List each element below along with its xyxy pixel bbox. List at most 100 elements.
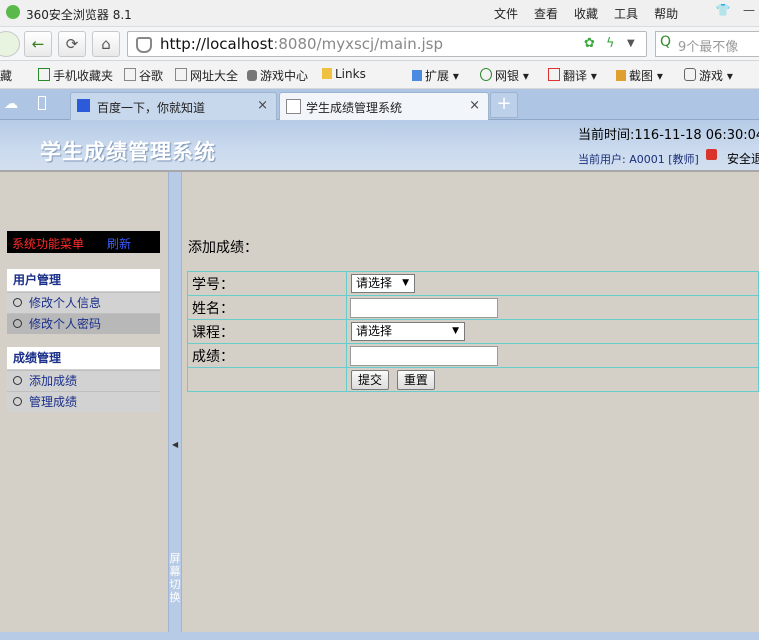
frame-splitter[interactable]: ◀ 屏幕切换 bbox=[168, 172, 182, 640]
app-header: 学生成绩管理系统 当前时间:116-11-18 06:30:04 当前用户: A… bbox=[0, 120, 759, 170]
system-title: 学生成绩管理系统 bbox=[40, 140, 216, 164]
tab-bar: ☁ 百度一下，你就知道 × 学生成绩管理系统 × + bbox=[0, 89, 759, 120]
chevron-down-icon[interactable]: ▼ bbox=[627, 38, 635, 49]
collapse-arrow-icon[interactable]: ◀ bbox=[172, 440, 178, 449]
menu-favorites[interactable]: 收藏 bbox=[574, 5, 598, 22]
menu-view[interactable]: 查看 bbox=[534, 5, 558, 22]
url-input[interactable]: http://localhost:8080/myxscj/main.jsp ✿ … bbox=[127, 31, 647, 57]
yen-icon bbox=[480, 68, 492, 81]
bookmark-screenshot[interactable]: 截图 ▾ bbox=[616, 67, 663, 84]
baidu-icon bbox=[77, 99, 90, 112]
menu-item-manage-score[interactable]: 管理成绩 bbox=[7, 391, 160, 412]
bookmark-icon[interactable] bbox=[38, 96, 46, 110]
submit-button[interactable]: 提交 bbox=[351, 369, 390, 390]
add-score-form: 学号： 请选择 ▼ 姓名： 课程： 请选择 ▼ 成绩： 提交 重置 bbox=[187, 271, 759, 392]
header-divider bbox=[0, 170, 759, 172]
address-toolbar: ← ⟳ ⌂ http://localhost:8080/myxscj/main.… bbox=[0, 27, 759, 61]
bookmark-favorites[interactable]: 藏 bbox=[0, 67, 12, 84]
bookmark-extensions[interactable]: 扩展 ▾ bbox=[412, 67, 459, 84]
minimize-icon[interactable]: — bbox=[738, 3, 759, 21]
menu-item-edit-profile[interactable]: 修改个人信息 bbox=[7, 292, 160, 313]
name-input[interactable] bbox=[350, 297, 498, 318]
close-icon[interactable]: × bbox=[469, 98, 480, 113]
url-text: http://localhost:8080/myxscj/main.jsp bbox=[160, 35, 443, 53]
bullet-icon bbox=[13, 298, 22, 307]
gamepad-icon bbox=[247, 70, 257, 81]
bullet-icon bbox=[13, 397, 22, 406]
bookmark-translate[interactable]: 翻译 ▾ bbox=[548, 67, 597, 84]
menu-group-title: 用户管理 bbox=[7, 269, 160, 292]
back-arrow-icon[interactable]: ← bbox=[24, 31, 52, 57]
close-icon[interactable]: × bbox=[257, 98, 268, 113]
menu-tools[interactable]: 工具 bbox=[614, 5, 638, 22]
menu-group-title: 成绩管理 bbox=[7, 347, 160, 370]
menu-refresh-link[interactable]: 刷新 bbox=[107, 235, 131, 252]
refresh-icon[interactable]: ⟳ bbox=[58, 31, 86, 57]
bullet-icon bbox=[13, 376, 22, 385]
bookmark-bank[interactable]: 网银 ▾ bbox=[480, 67, 529, 84]
empty-cell bbox=[187, 367, 347, 392]
course-select[interactable]: 请选择 ▼ bbox=[351, 322, 465, 341]
score-label: 成绩： bbox=[187, 343, 347, 368]
tab-score-system[interactable]: 学生成绩管理系统 × bbox=[279, 92, 489, 120]
security-shield-icon bbox=[136, 37, 152, 53]
form-row-student-id: 学号： 请选择 ▼ bbox=[187, 271, 759, 296]
tab-label: 学生成绩管理系统 bbox=[306, 101, 403, 115]
phone-icon bbox=[38, 68, 50, 81]
bookmark-mobile[interactable]: 手机收藏夹 bbox=[38, 67, 113, 84]
search-input[interactable]: Q 9个最不像 bbox=[655, 31, 759, 57]
bookmark-google[interactable]: 谷歌 bbox=[124, 67, 163, 84]
bookmark-sites[interactable]: 网址大全 bbox=[175, 67, 238, 84]
menu-group-user: 用户管理 修改个人信息 修改个人密码 bbox=[7, 269, 160, 334]
menu-item-add-score[interactable]: 添加成绩 bbox=[7, 370, 160, 391]
form-title: 添加成绩： bbox=[188, 240, 258, 256]
form-row-name: 姓名： bbox=[187, 295, 759, 320]
new-tab-button[interactable]: + bbox=[490, 92, 518, 118]
form-row-score: 成绩： bbox=[187, 343, 759, 368]
home-logo-icon[interactable] bbox=[0, 31, 20, 57]
menu-file[interactable]: 文件 bbox=[494, 5, 518, 22]
reset-button[interactable]: 重置 bbox=[396, 369, 435, 390]
course-label: 课程： bbox=[187, 319, 347, 344]
dropdown-caret-icon: ▼ bbox=[402, 278, 409, 288]
form-row-course: 课程： 请选择 ▼ bbox=[187, 319, 759, 344]
lightning-icon[interactable]: ϟ bbox=[606, 36, 615, 51]
name-label: 姓名： bbox=[187, 295, 347, 320]
student-id-label: 学号： bbox=[187, 271, 347, 296]
bullet-icon bbox=[13, 319, 22, 328]
home-icon[interactable]: ⌂ bbox=[92, 31, 120, 57]
folder-icon bbox=[322, 68, 332, 79]
current-user: 当前用户: A0001 [教师] bbox=[578, 153, 699, 166]
menu-title: 系统功能菜单 bbox=[12, 237, 85, 251]
browser-title: 360安全浏览器 8.1 bbox=[26, 8, 132, 22]
logout-link[interactable]: 安全退出 bbox=[727, 150, 759, 167]
gamepad-icon bbox=[684, 68, 696, 81]
logout-icon[interactable] bbox=[706, 149, 717, 160]
dropdown-caret-icon: ▼ bbox=[452, 326, 459, 336]
current-time: 当前时间:116-11-18 06:30:04 bbox=[578, 128, 759, 143]
bookmark-games[interactable]: 游戏 ▾ bbox=[684, 67, 733, 84]
search-icon: Q bbox=[660, 34, 672, 50]
grid-icon bbox=[412, 70, 422, 81]
bottom-frame-bar bbox=[0, 632, 759, 640]
page-icon bbox=[286, 99, 301, 114]
bookmark-games-center[interactable]: 游戏中心 bbox=[247, 67, 308, 84]
speed-icon[interactable]: ✿ bbox=[584, 36, 595, 51]
scissors-icon bbox=[616, 70, 626, 81]
browser-menubar: 文件 查看 收藏 工具 帮助 bbox=[494, 5, 694, 22]
browser-titlebar: 360安全浏览器 8.1 文件 查看 收藏 工具 帮助 👕 — bbox=[0, 0, 759, 27]
menu-help[interactable]: 帮助 bbox=[654, 5, 678, 22]
translate-icon bbox=[548, 68, 560, 81]
cloud-icon[interactable]: ☁ bbox=[4, 96, 18, 112]
score-input[interactable] bbox=[350, 345, 498, 366]
menu-title-bar: 系统功能菜单 刷新 bbox=[7, 231, 160, 253]
bookmark-links[interactable]: Links bbox=[322, 67, 366, 81]
tab-label: 百度一下，你就知道 bbox=[97, 101, 206, 115]
page-icon bbox=[175, 68, 187, 81]
bookmark-bar: 藏 手机收藏夹 谷歌 网址大全 游戏中心 Links 扩展 ▾ 网银 ▾ 翻译 … bbox=[0, 61, 759, 89]
menu-item-change-password[interactable]: 修改个人密码 bbox=[7, 313, 160, 334]
student-id-select[interactable]: 请选择 ▼ bbox=[351, 274, 415, 293]
tab-baidu[interactable]: 百度一下，你就知道 × bbox=[70, 92, 277, 120]
splitter-label[interactable]: 屏幕切换 bbox=[169, 552, 181, 604]
skin-icon[interactable]: 👕 bbox=[712, 3, 734, 21]
